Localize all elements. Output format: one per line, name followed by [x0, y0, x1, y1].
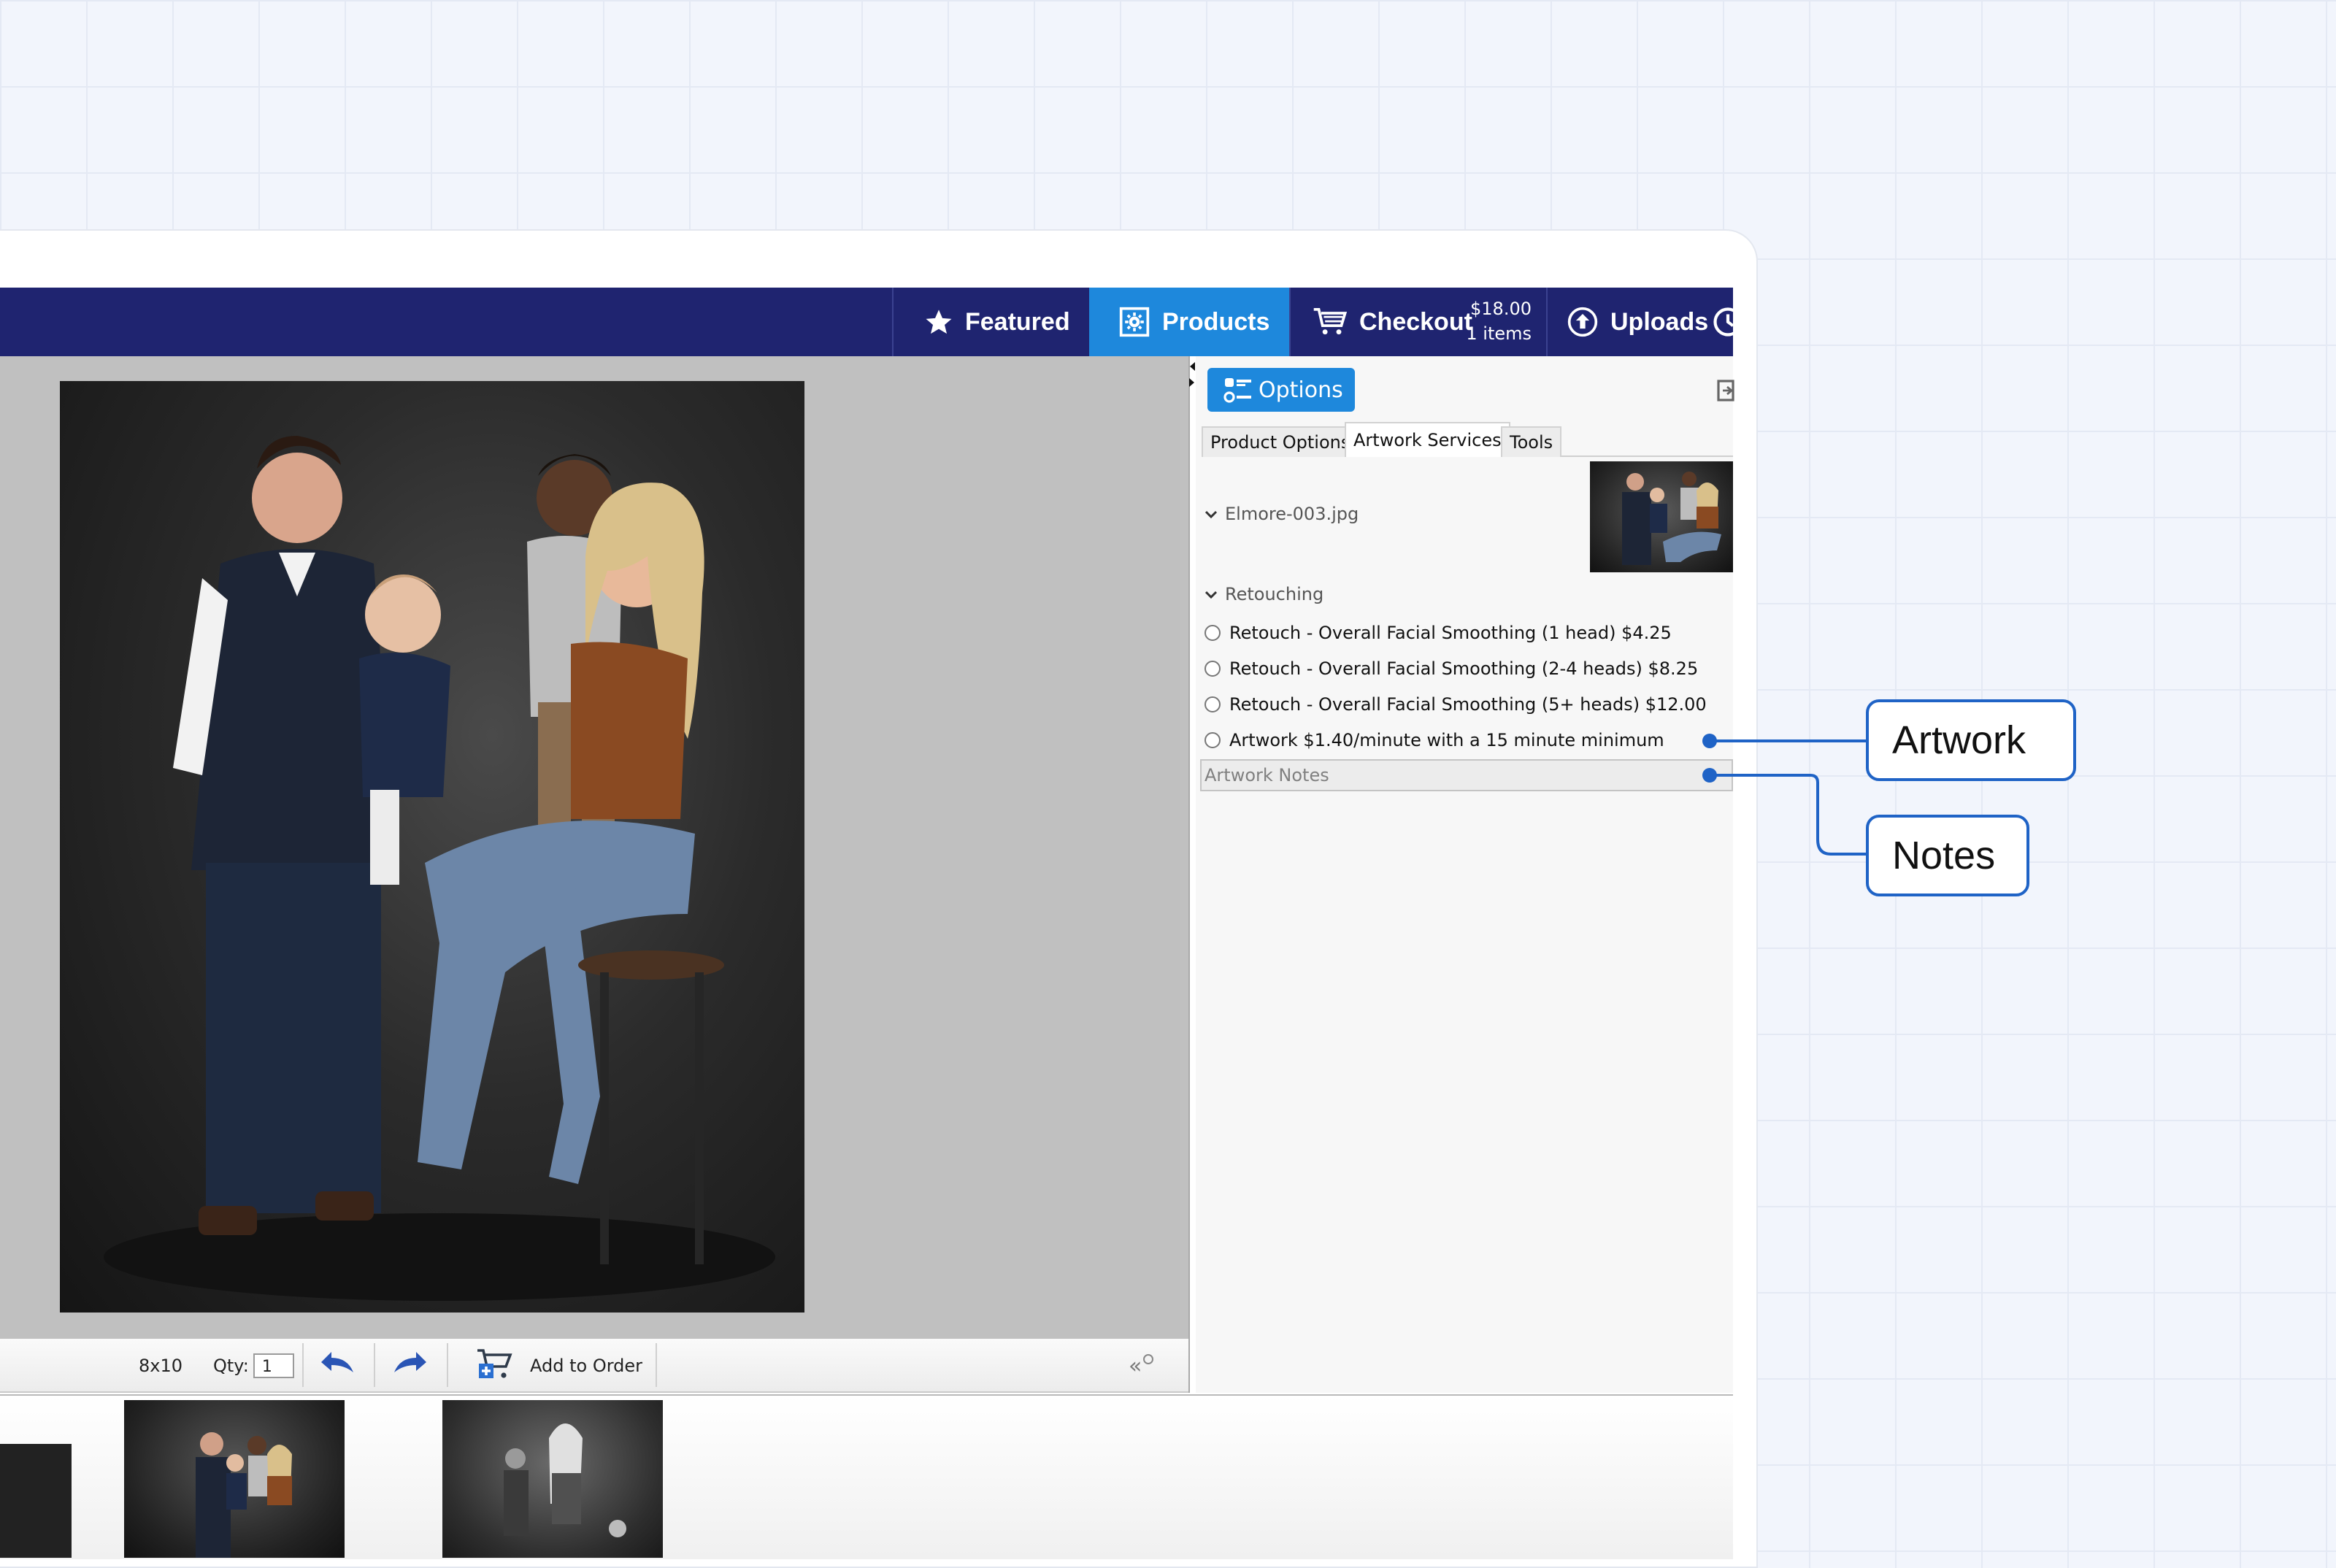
nav-products[interactable]: Products [1089, 288, 1289, 356]
clock-icon [1713, 307, 1743, 337]
panel-splitter[interactable] [1188, 356, 1196, 1393]
checkout-items: 1 items [1466, 323, 1532, 344]
redo-arrow-icon [391, 1349, 429, 1383]
retouching-section-header[interactable]: Retouching [1204, 584, 1323, 604]
options-button-label: Options [1259, 377, 1343, 403]
artwork-callout: Artwork [1866, 699, 2076, 781]
tab-product-options[interactable]: Product Options [1202, 426, 1359, 457]
chevron-down-icon [1204, 505, 1225, 523]
collapse-toolbar-icon[interactable]: « [1129, 1339, 1154, 1393]
file-header[interactable]: Elmore-003.jpg [1204, 504, 1359, 524]
option-retouch-5-plus-heads[interactable]: Retouch - Overall Facial Smoothing (5+ h… [1204, 688, 1707, 720]
toolbar-separator [447, 1343, 448, 1387]
nav-checkout-label: Checkout [1359, 307, 1472, 336]
file-name: Elmore-003.jpg [1225, 504, 1359, 524]
nav-uploads[interactable]: Uploads [1546, 288, 1743, 356]
qty-input[interactable]: 1 [253, 1353, 294, 1378]
checkout-summary: $18.00 1 items [1466, 296, 1532, 346]
star-icon [924, 307, 953, 337]
preview-toolbar: 8x10 Qty: 1 Add to Order « [0, 1339, 1188, 1393]
option-artwork[interactable]: Artwork $1.40/minute with a 15 minute mi… [1204, 724, 1664, 756]
option-retouch-1-head[interactable]: Retouch - Overall Facial Smoothing (1 he… [1204, 617, 1672, 649]
radio-button[interactable] [1204, 661, 1221, 677]
toolbar-separator [302, 1343, 304, 1387]
callout-connectors [1710, 739, 1869, 856]
artwork-notes-input[interactable]: Artwork Notes [1200, 759, 1733, 791]
filmstrip-thumbnail[interactable] [442, 1400, 663, 1558]
nav-products-label: Products [1162, 307, 1270, 336]
quantity-control: Qty: 1 [213, 1339, 294, 1393]
toolbar-separator [374, 1343, 375, 1387]
collapse-arrow-icon[interactable] [1188, 361, 1196, 390]
undo-arrow-icon [318, 1349, 356, 1383]
nav-featured-label: Featured [965, 307, 1070, 336]
cart-icon [1313, 307, 1348, 337]
upload-icon [1567, 306, 1599, 338]
add-to-cart-icon [476, 1348, 514, 1384]
undo-button[interactable] [318, 1339, 356, 1393]
toolbar-separator [656, 1343, 657, 1387]
options-button[interactable]: Options [1207, 368, 1355, 412]
artwork-callout-dot [1702, 734, 1717, 748]
panel-expand-icon[interactable] [1717, 380, 1734, 404]
nav-featured[interactable]: Featured [892, 288, 1089, 356]
qty-label: Qty: [213, 1356, 249, 1376]
options-list-icon [1223, 377, 1253, 410]
radio-button[interactable] [1204, 696, 1221, 712]
radio-button[interactable] [1204, 732, 1221, 748]
gear-box-icon [1118, 306, 1150, 338]
filmstrip-thumbnail[interactable] [0, 1444, 72, 1558]
add-to-order-button[interactable]: Add to Order [476, 1339, 642, 1393]
family-portrait-photo[interactable] [60, 381, 804, 1313]
radio-button[interactable] [1204, 625, 1221, 641]
tab-tools[interactable]: Tools [1501, 426, 1562, 457]
nav-uploads-label: Uploads [1610, 307, 1709, 336]
checkout-total: $18.00 [1470, 299, 1532, 319]
product-size: 8x10 [139, 1356, 183, 1376]
tab-artwork-services[interactable]: Artwork Services [1345, 422, 1510, 457]
nav-checkout[interactable]: Checkout $18.00 1 items [1289, 288, 1546, 356]
option-label: Retouch - Overall Facial Smoothing (5+ h… [1229, 694, 1707, 715]
file-thumbnail [1590, 461, 1733, 572]
option-label: Retouch - Overall Facial Smoothing (2-4 … [1229, 658, 1699, 679]
chevron-down-icon [1204, 585, 1225, 603]
option-label: Retouch - Overall Facial Smoothing (1 he… [1229, 623, 1672, 643]
add-to-order-label: Add to Order [530, 1356, 643, 1376]
redo-button[interactable] [391, 1339, 429, 1393]
option-label: Artwork $1.40/minute with a 15 minute mi… [1229, 730, 1664, 750]
notes-callout: Notes [1866, 815, 2029, 896]
top-nav-bar: Featured Products Checkout $18.00 1 item… [0, 288, 1743, 356]
notes-callout-dot [1702, 768, 1717, 783]
option-retouch-2-4-heads[interactable]: Retouch - Overall Facial Smoothing (2-4 … [1204, 653, 1698, 685]
filmstrip-thumbnail[interactable] [124, 1400, 345, 1558]
section-title: Retouching [1225, 584, 1324, 604]
